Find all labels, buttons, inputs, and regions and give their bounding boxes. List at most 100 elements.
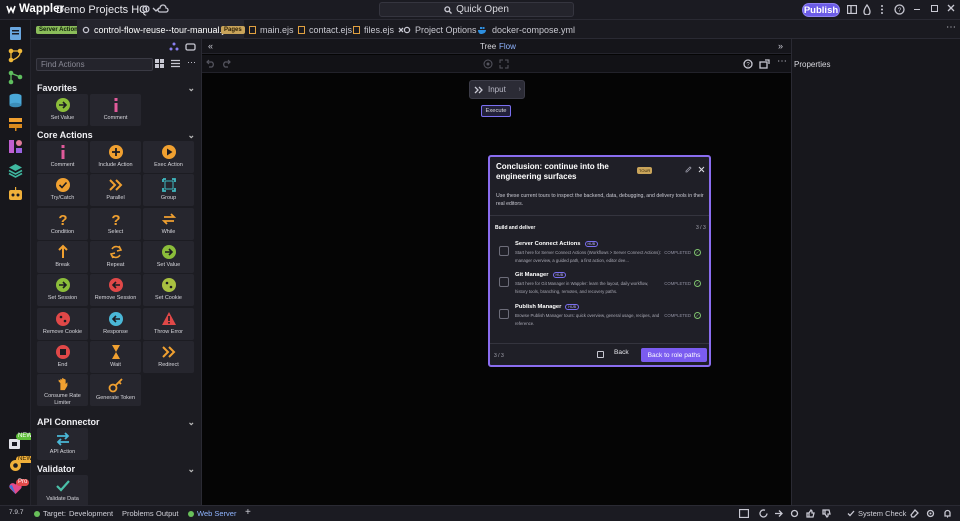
back-to-role-paths-button[interactable]: Back to role paths	[641, 348, 707, 362]
action-include-action[interactable]: Include Action	[90, 141, 141, 173]
notifications-bell-icon[interactable]	[943, 509, 952, 518]
terminal-icon[interactable]	[739, 509, 749, 518]
back-button[interactable]: Back	[614, 349, 629, 356]
tab-files-ejs[interactable]: files.ejs	[353, 20, 404, 39]
action-comment[interactable]: Comment	[37, 141, 88, 173]
ai-assistant-icon[interactable]	[7, 186, 24, 203]
maximize-icon[interactable]	[931, 5, 938, 12]
action-generate-token[interactable]: Generate Token	[90, 374, 141, 407]
problems-tab[interactable]: Problems	[122, 509, 154, 518]
action-group[interactable]: Group	[143, 174, 194, 207]
hierarchy-icon[interactable]	[169, 42, 179, 51]
web-server-status[interactable]: Web Server	[188, 509, 236, 518]
layers-icon[interactable]	[7, 162, 24, 179]
action-set-session[interactable]: Set Session	[37, 274, 88, 307]
tab-contact-ejs[interactable]: contact.ejs	[298, 20, 352, 39]
settings-gear-icon[interactable]	[926, 509, 935, 518]
find-actions-input[interactable]: Find Actions	[36, 58, 153, 71]
execute-button[interactable]: Execute	[481, 105, 511, 117]
tab-main-ejs[interactable]: main.ejs	[249, 20, 294, 39]
action-remove-cookie[interactable]: Remove Cookie	[37, 307, 88, 340]
target-selector[interactable]: Target: Development	[34, 509, 113, 518]
collapse-right-icon[interactable]: »	[778, 41, 783, 51]
fit-view-icon[interactable]	[499, 59, 509, 69]
routing-icon[interactable]	[7, 115, 24, 132]
git-icon[interactable]	[7, 69, 24, 86]
quick-open-search[interactable]: Quick Open	[379, 2, 574, 17]
action-parallel[interactable]: Parallel	[90, 174, 141, 207]
action-try-catch[interactable]: Try/Catch	[37, 174, 88, 207]
action-break[interactable]: Break	[37, 240, 88, 273]
close-window-icon[interactable]	[947, 4, 955, 12]
pages-icon[interactable]	[7, 25, 24, 42]
help-circle-icon[interactable]: ?	[743, 59, 753, 69]
panel-layout-icon[interactable]	[847, 5, 857, 14]
tab-project-options[interactable]: Project Options	[403, 20, 477, 39]
more-options-icon[interactable]: ⋯	[187, 57, 196, 68]
publish-button[interactable]: Publish	[802, 3, 840, 17]
dont-show-checkbox[interactable]	[597, 351, 604, 358]
workflows-icon[interactable]	[7, 47, 24, 64]
tour-item-server-connect[interactable]: Server Connect Actions HUB Start here for…	[499, 241, 704, 271]
action-api-action[interactable]: API Action	[37, 428, 88, 460]
action-set-value[interactable]: Set Value	[37, 94, 88, 126]
tree-view-toggle[interactable]: Tree	[480, 42, 496, 51]
more-options-icon[interactable]: ⋯	[777, 56, 787, 67]
action-exec-action[interactable]: Exec Action	[143, 141, 194, 173]
list-view-icon[interactable]	[171, 59, 180, 68]
database-icon[interactable]	[7, 92, 24, 109]
action-select[interactable]: ? Select	[90, 207, 141, 240]
collapse-left-icon[interactable]: «	[208, 41, 213, 51]
add-icon[interactable]: +	[245, 507, 251, 518]
tab-docker-compose[interactable]: docker-compose.yml	[477, 20, 575, 39]
output-tab[interactable]: Output	[156, 509, 179, 518]
action-repeat[interactable]: Repeat	[90, 240, 141, 273]
action-wait[interactable]: Wait	[90, 340, 141, 373]
action-comment[interactable]: Comment	[90, 94, 141, 126]
more-vertical-icon[interactable]	[880, 4, 884, 15]
api-connector-section-header[interactable]: API Connector ⌄	[37, 417, 195, 427]
action-set-value[interactable]: Set Value	[143, 240, 194, 273]
action-throw-error[interactable]: Throw Error	[143, 307, 194, 340]
design-icon[interactable]	[7, 138, 24, 155]
undo-icon[interactable]	[206, 59, 216, 68]
arrow-right-icon[interactable]	[774, 509, 783, 518]
action-end[interactable]: End	[37, 340, 88, 373]
tour-item-publish-manager[interactable]: Publish Manager HUB Browse Publish Manage…	[499, 304, 704, 334]
target-icon[interactable]	[483, 59, 493, 69]
close-dialog-icon[interactable]	[698, 166, 705, 173]
tab-control-flow-json[interactable]: control-flow-reuse--tour-manual.json	[77, 20, 244, 39]
action-response[interactable]: Response	[90, 307, 141, 340]
project-settings-gear-icon[interactable]	[141, 4, 151, 14]
action-condition[interactable]: ? Condition	[37, 207, 88, 240]
help-icon[interactable]: ?	[894, 4, 905, 15]
grid-view-icon[interactable]	[155, 59, 164, 68]
tab-overflow-icon[interactable]: ⋯	[946, 22, 956, 33]
refresh-icon[interactable]	[759, 509, 768, 518]
debug-icon[interactable]	[790, 509, 799, 518]
action-consume-rate-limiter[interactable]: Consume Rate Limiter	[37, 374, 88, 407]
cloud-icon[interactable]	[157, 4, 169, 14]
flow-view-toggle[interactable]: Flow	[499, 42, 516, 51]
action-redirect[interactable]: Redirect	[143, 340, 194, 373]
robot-icon[interactable]	[185, 42, 196, 51]
break-icon	[57, 244, 68, 258]
share-icon[interactable]	[759, 59, 770, 69]
thumbs-up-icon[interactable]	[806, 509, 815, 518]
input-step-node[interactable]: Input ›	[469, 80, 525, 99]
action-validate-data[interactable]: Validate Data	[37, 475, 88, 505]
redo-icon[interactable]	[221, 59, 231, 68]
action-while[interactable]: While	[143, 207, 194, 240]
droplet-icon[interactable]	[863, 4, 871, 15]
eraser-icon[interactable]	[910, 509, 919, 518]
minimize-icon[interactable]	[914, 9, 920, 10]
action-set-cookie[interactable]: Set Cookie	[143, 274, 194, 307]
tour-item-git-manager[interactable]: Git Manager HUB Start here for Git Manage…	[499, 272, 704, 302]
core-actions-section-header[interactable]: Core Actions ⌄	[37, 130, 195, 140]
system-check-button[interactable]: System Check	[847, 509, 906, 518]
action-remove-session[interactable]: Remove Session	[90, 274, 141, 307]
edit-pencil-icon[interactable]	[685, 166, 692, 173]
validator-section-header[interactable]: Validator ⌄	[37, 464, 195, 474]
favorites-section-header[interactable]: Favorites ⌄	[37, 83, 195, 93]
thumbs-down-icon[interactable]	[822, 509, 831, 518]
